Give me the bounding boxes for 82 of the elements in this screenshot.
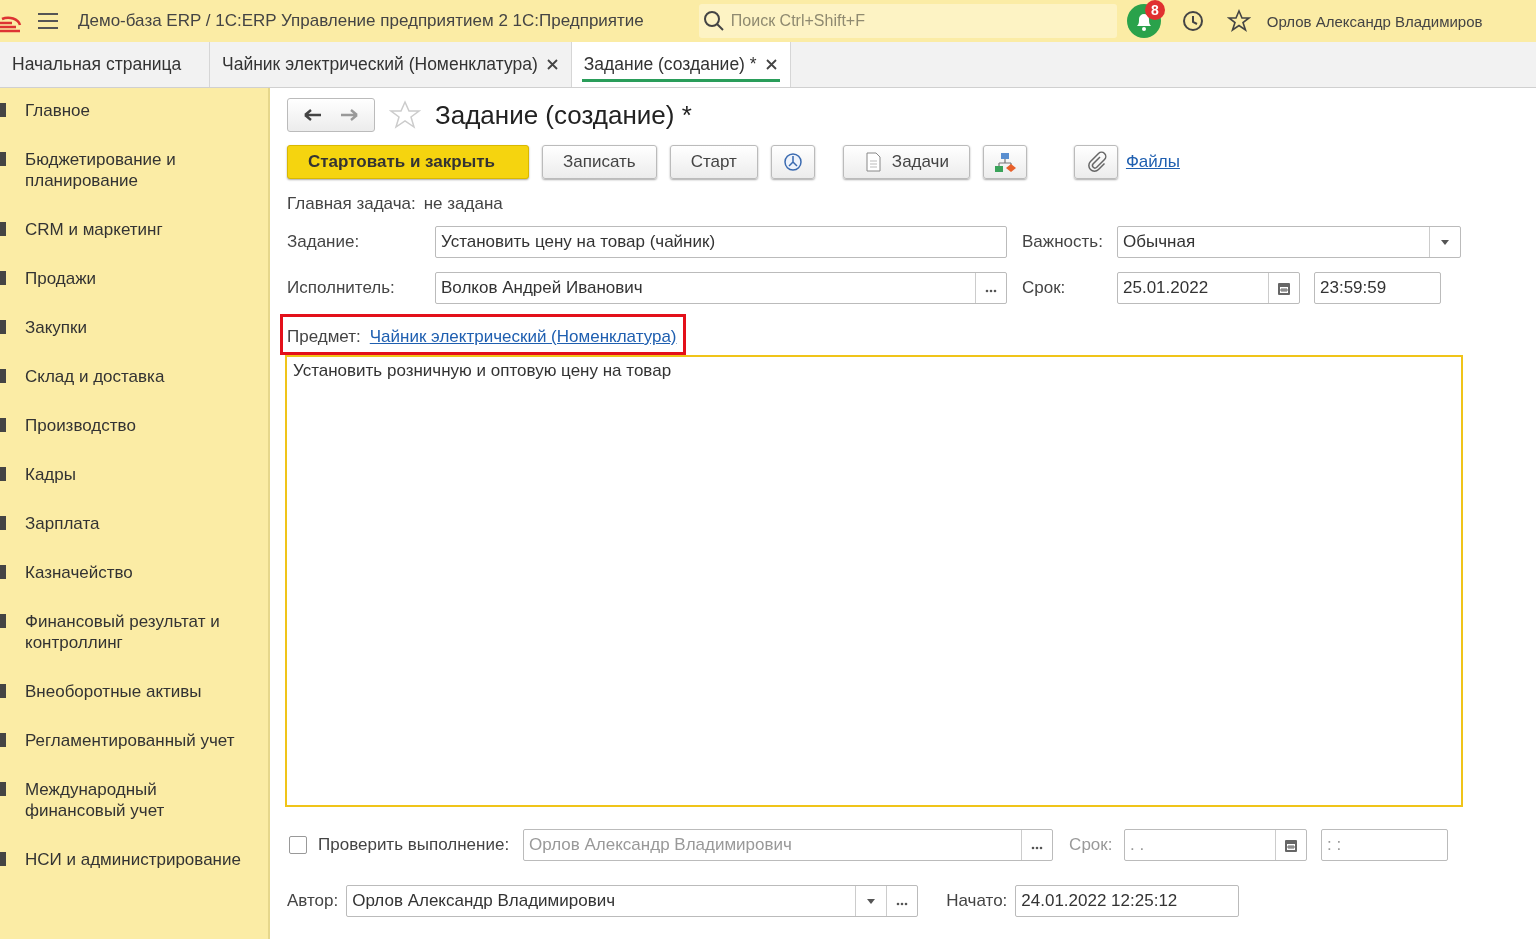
toolbar-icon-button[interactable] bbox=[1073, 145, 1118, 179]
dropdown-icon[interactable] bbox=[866, 897, 877, 905]
section-link[interactable]: Продажи bbox=[25, 268, 242, 289]
search-icon bbox=[702, 10, 725, 32]
close-icon[interactable] bbox=[764, 58, 778, 71]
task-field[interactable]: Установить цену на товар (чайник) bbox=[435, 226, 1007, 258]
section-link[interactable]: Закупки bbox=[25, 317, 242, 338]
section-icon bbox=[0, 611, 6, 631]
section-link[interactable]: Бюджетирование и планирование bbox=[25, 149, 242, 191]
date-field[interactable]: 25.01.2022 bbox=[1117, 272, 1300, 304]
calendar-icon[interactable] bbox=[1277, 280, 1291, 296]
search-bar[interactable]: Поиск Ctrl+Shift+F bbox=[698, 4, 1117, 38]
section-icon bbox=[0, 219, 6, 239]
field-label: Срок: bbox=[1022, 278, 1067, 298]
field-label: Начато: bbox=[946, 891, 1008, 911]
section-link[interactable]: Кадры bbox=[25, 464, 242, 485]
flowchart-icon bbox=[993, 151, 1016, 173]
section-icon bbox=[0, 464, 6, 484]
section-link[interactable]: Производство bbox=[25, 415, 242, 436]
section-link[interactable]: НСИ и администрирование bbox=[25, 849, 242, 870]
section-icon bbox=[0, 317, 6, 337]
section-icon bbox=[0, 366, 6, 386]
description-field[interactable]: Установить розничную и оптовую цену на товар bbox=[285, 355, 1463, 807]
section-icon bbox=[0, 849, 6, 869]
window-title: Демо-база ERP / 1С:ERP Управление предприятием 2 1С:Предприятие bbox=[78, 11, 644, 31]
section-icon bbox=[0, 513, 6, 533]
field-label: Срок: bbox=[1069, 835, 1114, 855]
section-link[interactable]: Международный финансовый учет bbox=[25, 779, 242, 821]
notifications-button[interactable]: 8 bbox=[1126, 4, 1161, 38]
forward-arrow-icon[interactable] bbox=[338, 106, 360, 124]
tasks-button[interactable]: Задачи bbox=[842, 145, 970, 179]
history-icon[interactable] bbox=[1180, 9, 1205, 33]
field-label: Важность: bbox=[1022, 232, 1104, 252]
menu-icon[interactable] bbox=[36, 11, 60, 31]
section-icon bbox=[0, 562, 6, 582]
section-link[interactable]: Главное bbox=[25, 100, 242, 121]
main-task-value: не задана bbox=[423, 194, 503, 214]
toolbar-button[interactable]: Записать bbox=[542, 145, 657, 179]
section-link[interactable]: Зарплата bbox=[25, 513, 242, 534]
started-field[interactable]: 24.01.2022 12:25:12 bbox=[1015, 885, 1240, 917]
clock-icon bbox=[781, 151, 804, 173]
tab[interactable]: Задание (создание) * bbox=[571, 42, 791, 87]
section-link[interactable]: Внеоборотные активы bbox=[25, 681, 242, 702]
section-link[interactable]: Казначейство bbox=[25, 562, 242, 583]
document-icon bbox=[863, 152, 882, 172]
field-label: Автор: bbox=[287, 891, 339, 911]
section-icon bbox=[0, 268, 6, 288]
field-label: Предмет: bbox=[287, 327, 361, 347]
form-title: Задание (создание) * bbox=[435, 99, 692, 131]
section-icon bbox=[0, 681, 6, 701]
section-link[interactable]: Регламентированный учет bbox=[25, 730, 242, 751]
user-name[interactable]: Орлов Александр Владимиров bbox=[1266, 12, 1483, 30]
field-label: Исполнитель: bbox=[287, 278, 396, 298]
section-icon bbox=[0, 415, 6, 435]
field-label: Главная задача: bbox=[287, 194, 416, 214]
importance-select[interactable]: Обычная bbox=[1117, 226, 1461, 258]
toolbar-button[interactable]: Старт bbox=[669, 145, 758, 179]
subject-link[interactable]: Чайник электрический (Номенклатура) bbox=[369, 327, 677, 347]
toolbar-icon-button[interactable] bbox=[982, 145, 1027, 179]
section-icon bbox=[0, 730, 6, 750]
time-field[interactable]: 23:59:59 bbox=[1314, 272, 1441, 304]
files-link[interactable]: Файлы bbox=[1125, 152, 1180, 172]
field-label: Задание: bbox=[287, 232, 361, 252]
calendar-icon[interactable] bbox=[1284, 837, 1299, 853]
tab[interactable]: Начальная страница bbox=[0, 42, 210, 87]
search-field[interactable]: Поиск Ctrl+Shift+F bbox=[728, 11, 1113, 31]
close-icon[interactable] bbox=[545, 58, 559, 71]
section-icon bbox=[0, 779, 6, 799]
section-icon bbox=[0, 100, 6, 120]
author-field[interactable]: Орлов Александр Владимирович bbox=[346, 885, 919, 917]
section-icon bbox=[0, 149, 6, 169]
section-link[interactable]: Склад и доставка bbox=[25, 366, 242, 387]
executor-field[interactable]: Волков Андрей Иванович bbox=[435, 272, 1007, 304]
section-link[interactable]: CRM и маркетинг bbox=[25, 219, 242, 240]
dropdown-icon[interactable] bbox=[1440, 238, 1450, 246]
checkbox-label: Проверить выполнение: bbox=[318, 835, 510, 855]
back-arrow-icon[interactable] bbox=[302, 106, 324, 124]
star-icon[interactable] bbox=[1226, 9, 1251, 33]
tab[interactable]: Чайник электрический (Номенклатура) bbox=[210, 42, 572, 87]
toolbar-icon-button[interactable] bbox=[770, 145, 815, 179]
section-link[interactable]: Финансовый результат и контроллинг bbox=[25, 611, 242, 653]
start-and-close-button[interactable]: Стартовать и закрыть bbox=[287, 145, 529, 179]
